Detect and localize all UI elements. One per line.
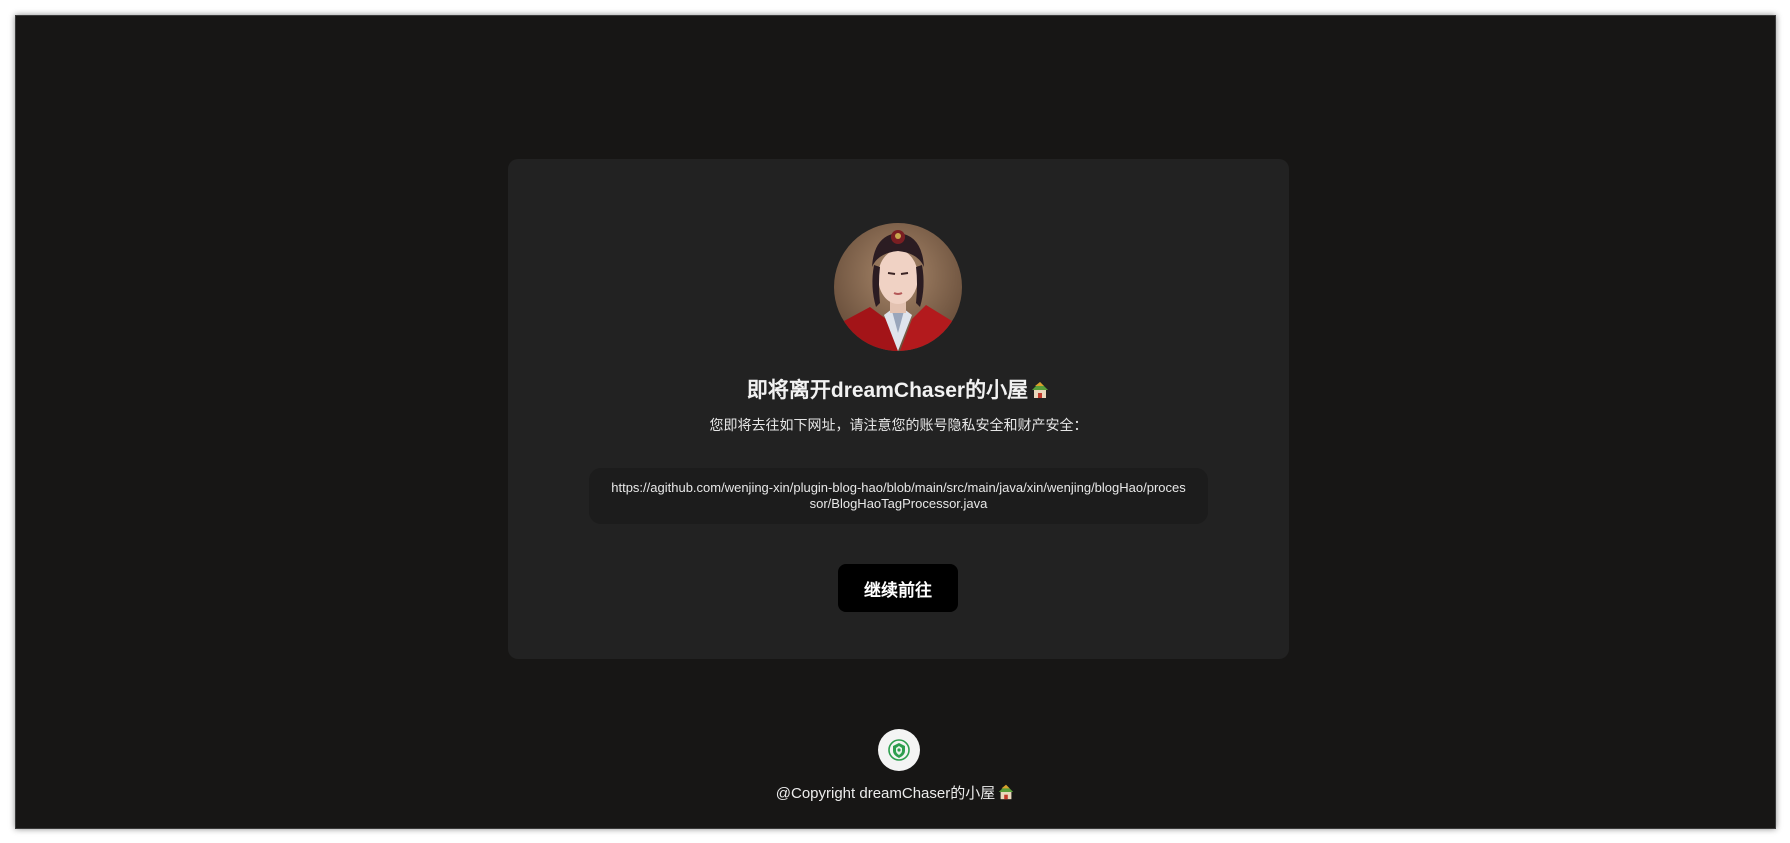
warning-subtitle: 您即将去往如下网址，请注意您的账号隐私安全和财产安全： (709, 417, 1088, 433)
target-url[interactable]: https://agithub.com/wenjing-xin/plugin-b… (609, 480, 1189, 512)
shield-logo-icon[interactable] (878, 729, 920, 771)
continue-button[interactable]: 继续前往 (838, 564, 958, 612)
house-icon (997, 783, 1015, 807)
copyright-text: @Copyright dreamChaser的小屋 (775, 785, 996, 802)
leave-site-card: 即将离开dreamChaser的小屋 您即将去往如下网址，请注意您的账号隐私安全… (508, 159, 1289, 659)
page-frame: 即将离开dreamChaser的小屋 您即将去往如下网址，请注意您的账号隐私安全… (15, 15, 1776, 829)
avatar (834, 223, 962, 351)
page-title-text: 即将离开dreamChaser的小屋 (746, 379, 1029, 402)
house-icon (1030, 380, 1050, 408)
footer-copyright: @Copyright dreamChaser的小屋 (16, 783, 1775, 807)
page-title: 即将离开dreamChaser的小屋 (508, 377, 1289, 408)
target-url-box: https://agithub.com/wenjing-xin/plugin-b… (589, 468, 1208, 524)
